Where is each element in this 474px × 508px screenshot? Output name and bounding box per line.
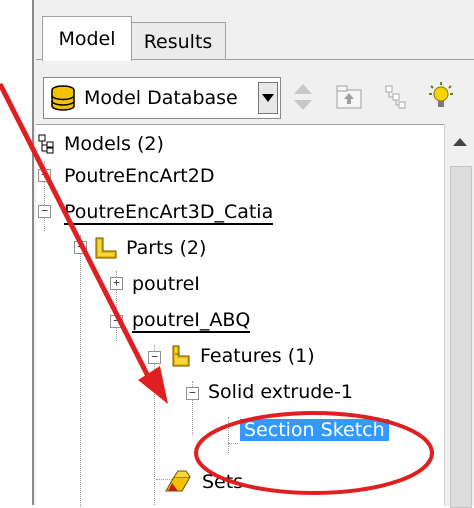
tab-content: Model Database Models (2) + PoutreEncArt…: [36, 59, 474, 508]
model-database-select[interactable]: Model Database: [43, 77, 281, 119]
tree-item-label: Features (1): [200, 345, 315, 367]
tree-item-label: Models (2): [64, 133, 164, 155]
tree-item-part-poutrei-abq[interactable]: poutreI_ABQ: [132, 305, 251, 335]
tree-item-label: Section Sketch: [240, 419, 389, 441]
database-icon: [51, 85, 75, 111]
collapse-toggle[interactable]: −: [148, 351, 161, 364]
lightbulb-icon[interactable]: [426, 80, 456, 114]
scroll-up-icon[interactable]: [453, 138, 467, 146]
tree-item-label: Sets: [202, 471, 244, 493]
tree-item-model-2d[interactable]: PoutreEncArt2D: [64, 161, 214, 191]
tree-item-label: Solid extrude-1: [208, 381, 353, 403]
models-icon: [38, 134, 54, 154]
collapse-toggle[interactable]: −: [110, 315, 123, 328]
tree-item-section-sketch[interactable]: Section Sketch: [240, 415, 389, 445]
tree-item-label: poutreI_ABQ: [132, 309, 251, 333]
tree-item-sets[interactable]: Sets: [164, 467, 243, 497]
tree-item-label: poutreI: [132, 273, 200, 295]
model-database-value: Model Database: [84, 87, 238, 109]
tab-model[interactable]: Model: [42, 16, 132, 61]
collapse-toggle[interactable]: −: [186, 387, 199, 400]
tree-item-label: Parts (2): [126, 237, 207, 259]
tree-filter-icon[interactable]: [380, 80, 410, 114]
tree-item-parts[interactable]: Parts (2): [94, 233, 206, 263]
tree-up-icon[interactable]: [334, 80, 364, 114]
tree-item-label: PoutreEncArt3D_Catia: [64, 201, 274, 225]
tree-item-features[interactable]: Features (1): [170, 341, 315, 371]
tree-item-part-poutrei[interactable]: poutreI: [132, 269, 200, 299]
model-tree-panel: Model Results Model Database Models (2) …: [34, 0, 474, 508]
tree-item-label: PoutreEncArt2D: [64, 165, 215, 187]
expand-toggle[interactable]: +: [110, 277, 123, 290]
model-tree: Models (2) + PoutreEncArt2D − PoutreEncA…: [36, 124, 444, 507]
tab-results[interactable]: Results: [130, 22, 226, 59]
tree-item-solid-extrude[interactable]: Solid extrude-1: [208, 377, 353, 407]
sets-icon: [165, 470, 191, 492]
tree-item-model-3d[interactable]: PoutreEncArt3D_Catia: [64, 197, 274, 227]
scroll-thumb[interactable]: [450, 166, 472, 508]
dropdown-arrow-icon[interactable]: [258, 82, 278, 114]
tree-item-models[interactable]: Models (2): [38, 129, 164, 159]
collapse-toggle[interactable]: −: [74, 241, 87, 254]
parts-icon: [95, 237, 117, 259]
up-down-arrows-icon[interactable]: [288, 80, 318, 114]
tree-scrollbar[interactable]: [444, 124, 474, 508]
collapse-toggle[interactable]: −: [38, 205, 51, 218]
expand-toggle[interactable]: +: [38, 169, 51, 182]
features-icon: [172, 345, 190, 367]
